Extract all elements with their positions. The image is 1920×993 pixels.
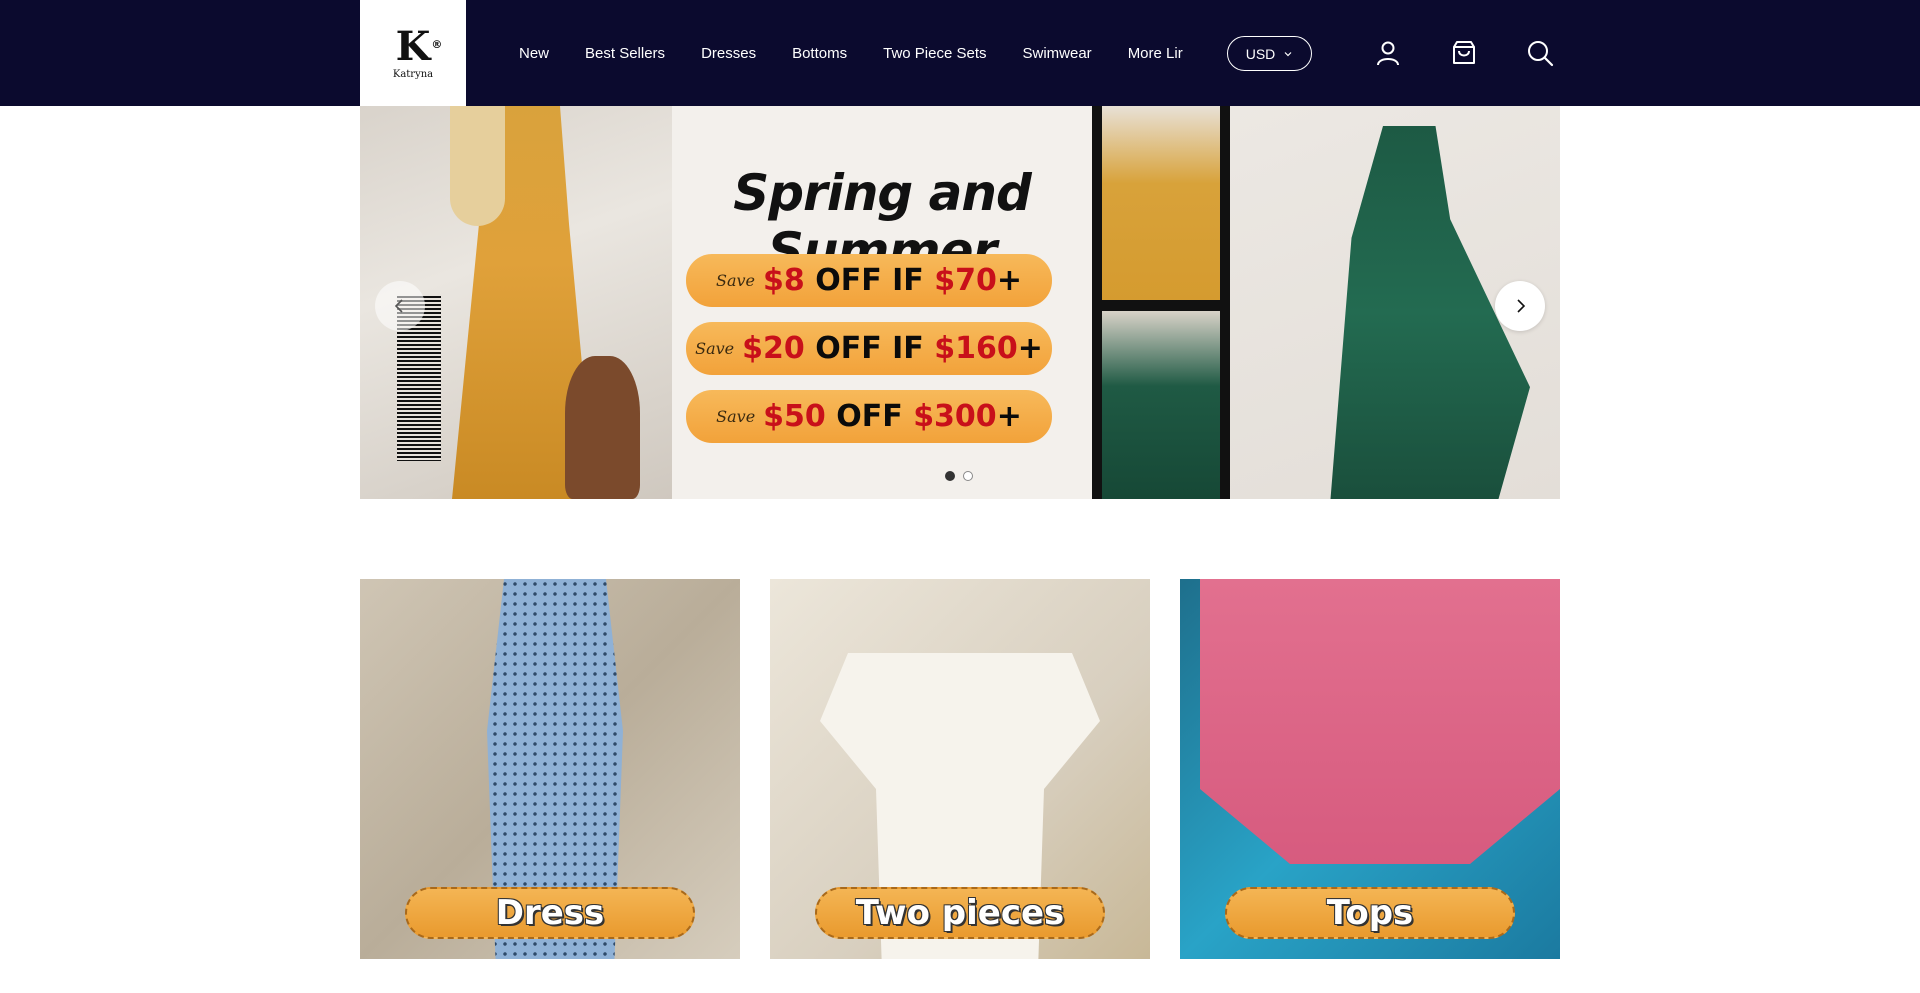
promo-pill: Save $8 OFF IF $70 + [686,254,1052,307]
currency-selector[interactable]: USD [1227,36,1312,71]
main-nav: New Best Sellers Dresses Bottoms Two Pie… [519,0,1188,106]
nav-item-new[interactable]: New [519,45,549,62]
nav-item-bottoms[interactable]: Bottoms [792,45,847,62]
chevron-down-icon [1284,51,1292,56]
nav-item-best-sellers[interactable]: Best Sellers [585,45,665,62]
category-label: Two pieces [815,887,1105,939]
logo-letter: K ® [395,22,443,70]
promo-pill: Save $50 OFF $300 + [686,390,1052,443]
carousel-dot-1[interactable] [945,471,955,481]
promo-amount: $20 [742,331,805,366]
category-card-two-pieces[interactable]: Two pieces [770,579,1150,959]
nav-item-two-piece-sets[interactable]: Two Piece Sets [883,45,986,62]
hero-promo-panel: Spring and Summer Save $8 OFF IF $70 + S… [672,106,1092,499]
category-grid: Dress Two pieces Tops [360,579,1560,959]
category-card-dress[interactable]: Dress [360,579,740,959]
promo-threshold: $70 [934,263,997,298]
promo-save-label: Save [715,271,755,290]
site-header: K ® Katryna New Best Sellers Dresses Bott… [0,0,1920,106]
category-label: Tops [1225,887,1515,939]
promo-condition: OFF [825,399,914,434]
film-strip-images [1092,106,1230,499]
registered-mark: ® [431,37,443,51]
promo-amount: $8 [763,263,805,298]
promo-suffix: + [996,263,1022,298]
promo-save-label: Save [695,339,735,358]
nav-item-dresses[interactable]: Dresses [701,45,756,62]
promo-condition: OFF IF [804,263,935,298]
carousel-prev-button[interactable] [375,281,425,331]
handbag-graphic [565,356,640,499]
nav-item-more[interactable]: More Lir [1128,45,1188,62]
carousel-dot-2[interactable] [963,471,973,481]
green-dress-thumbnail [1102,311,1220,499]
chevron-right-icon [1517,299,1526,313]
model-hair-graphic [450,106,505,226]
yellow-dress-thumbnail [1102,106,1220,300]
hero-banner[interactable]: Spring and Summer Save $8 OFF IF $70 + S… [360,106,1560,499]
promo-threshold: $300 [913,399,997,434]
promo-suffix: + [1017,331,1043,366]
promo-save-label: Save [716,407,756,426]
promo-suffix: + [996,399,1022,434]
search-icon[interactable] [1525,38,1555,68]
carousel-dots [945,471,973,481]
promo-amount: $50 [763,399,826,434]
brand-name: Katryna [392,68,434,80]
brand-logo[interactable]: K ® Katryna [360,0,466,106]
tops-photo [1200,579,1560,864]
promo-threshold: $160 [934,331,1018,366]
nav-item-swimwear[interactable]: Swimwear [1023,45,1092,62]
category-label: Dress [405,887,695,939]
chevron-left-icon [394,299,403,313]
currency-value: USD [1245,45,1276,62]
promo-condition: OFF IF [804,331,935,366]
promo-pill: Save $20 OFF IF $160 + [686,322,1052,375]
category-card-tops[interactable]: Tops [1180,579,1560,959]
cart-icon[interactable] [1449,38,1479,68]
account-icon[interactable] [1373,38,1403,68]
carousel-next-button[interactable] [1495,281,1545,331]
